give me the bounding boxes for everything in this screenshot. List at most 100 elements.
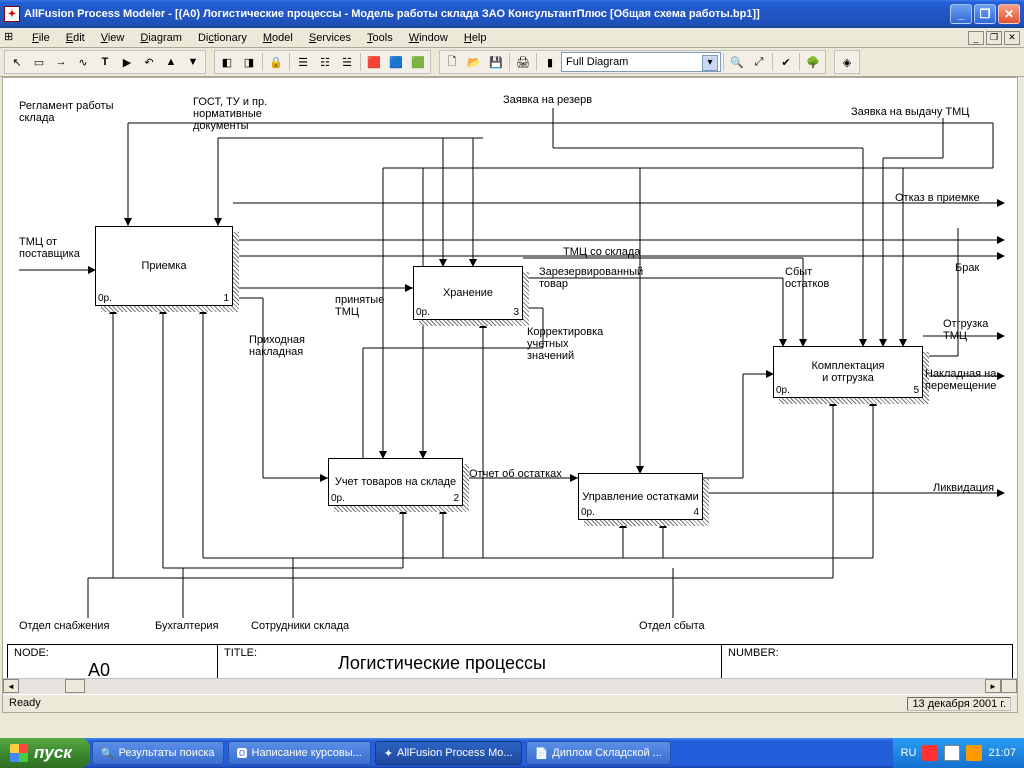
menu-file[interactable]: File (24, 30, 58, 46)
start-label: пуск (34, 743, 72, 763)
tool-color1[interactable]: 🟥 (363, 52, 385, 72)
tray-icon-2[interactable] (944, 745, 960, 761)
window-minimize-button[interactable]: _ (950, 4, 972, 24)
tool-grp2[interactable]: ☷ (314, 52, 336, 72)
lbl-zayavka-rezerv: Заявка на резерв (503, 94, 592, 106)
menu-services[interactable]: Services (301, 30, 359, 46)
menu-edit[interactable]: Edit (58, 30, 93, 46)
tool-down[interactable]: ▼ (182, 52, 204, 72)
box-node: 0р. (776, 385, 790, 396)
view-selector[interactable]: Full Diagram (561, 52, 721, 72)
tool-zoomfit[interactable]: ⤢ (748, 52, 770, 72)
box-label: Хранение (443, 287, 493, 299)
lbl-tmc-postav: ТМЦ от поставщика (19, 236, 80, 260)
mdi-restore-button[interactable]: ❐ (986, 31, 1002, 45)
scroll-right-button[interactable]: ► (985, 679, 1001, 693)
tool-new[interactable]: 🗋 (441, 52, 463, 72)
strip-node-label: NODE: (14, 647, 49, 659)
mdi-close-button[interactable]: ✕ (1004, 31, 1020, 45)
taskbar-item-word[interactable]: 📄 Диплом Складской ... (526, 741, 671, 765)
window-close-button[interactable]: ✕ (998, 4, 1020, 24)
box-node: 0р. (98, 293, 112, 304)
tool-zoom[interactable]: 🔍 (726, 52, 748, 72)
lbl-tmc-skl: ТМЦ со склада (563, 246, 640, 258)
box-node: 0р. (416, 307, 430, 318)
tool-grp1[interactable]: ☰ (292, 52, 314, 72)
lbl-zayavka-vydach: Заявка на выдачу ТМЦ (851, 106, 969, 118)
lbl-sotr: Сотрудники склада (251, 620, 349, 632)
tool-shape2[interactable]: ◨ (238, 52, 260, 72)
menu-tools[interactable]: Tools (359, 30, 401, 46)
menubar: File Edit View Diagram Dictionary Model … (24, 30, 968, 46)
taskbar-item-opera[interactable]: 🅾 Написание курсовы... (228, 741, 371, 765)
tool-shape1[interactable]: ◧ (216, 52, 238, 72)
window-maximize-button[interactable]: ❐ (974, 4, 996, 24)
scroll-thumb[interactable] (65, 679, 85, 693)
scroll-corner (1001, 679, 1017, 693)
box-num: 4 (693, 507, 699, 518)
tool-color3[interactable]: 🟩 (407, 52, 429, 72)
mdi-minimize-button[interactable]: _ (968, 31, 984, 45)
windows-logo-icon (10, 744, 28, 762)
strip-title-value: Логистические процессы (338, 653, 546, 674)
status-ready: Ready (9, 697, 41, 710)
mdi-app-icon: ⊞ (4, 30, 20, 46)
box-label: Приемка (141, 260, 186, 272)
tool-save[interactable]: 💾 (485, 52, 507, 72)
box-label: Учет товаров на складе (335, 476, 456, 488)
menu-diagram[interactable]: Diagram (132, 30, 190, 46)
mdi-bar: ⊞ File Edit View Diagram Dictionary Mode… (0, 28, 1024, 48)
box-komplekt[interactable]: Комплектация и отгрузка 0р. 5 (773, 346, 923, 398)
lbl-brak: Брак (955, 262, 979, 274)
tray-icon-3[interactable] (966, 745, 982, 761)
status-bar: Ready 13 декабря 2001 г. (3, 694, 1017, 712)
strip-title-label: TITLE: (224, 647, 257, 659)
tool-undo-arrow[interactable]: ↶ (138, 52, 160, 72)
tool-box[interactable]: ▭ (28, 52, 50, 72)
box-uchet[interactable]: Учет товаров на складе 0р. 2 (328, 458, 463, 506)
tray-icon-1[interactable] (922, 745, 938, 761)
tool-tree[interactable]: 🌳 (802, 52, 824, 72)
taskbar-item-allfusion[interactable]: ✦ AllFusion Process Mo... (375, 741, 522, 765)
menu-model[interactable]: Model (255, 30, 301, 46)
menu-window[interactable]: Window (401, 30, 456, 46)
menu-help[interactable]: Help (456, 30, 495, 46)
horizontal-scrollbar[interactable]: ◄ ► (3, 678, 1017, 694)
box-priemka[interactable]: Приемка 0р. 1 (95, 226, 233, 306)
tool-print[interactable]: 🖨 (512, 52, 534, 72)
status-date: 13 декабря 2001 г. (907, 697, 1011, 711)
box-hranenie[interactable]: Хранение 0р. 3 (413, 266, 523, 320)
tool-arrow[interactable]: → (50, 52, 72, 72)
tool-text[interactable]: T (94, 52, 116, 72)
tool-flag[interactable]: ▮ (539, 52, 561, 72)
scroll-left-button[interactable]: ◄ (3, 679, 19, 693)
tool-color2[interactable]: 🟦 (385, 52, 407, 72)
tool-lock[interactable]: 🔒 (265, 52, 287, 72)
box-num: 5 (913, 385, 919, 396)
box-upravlenie[interactable]: Управление остатками 0р. 4 (578, 473, 703, 520)
lbl-otkaz: Отказ в приемке (895, 192, 980, 204)
taskbar-item-search[interactable]: 🔍 Результаты поиска (92, 741, 224, 765)
lbl-reglament: Регламент работы склада (19, 100, 113, 124)
tool-pointer[interactable]: ↖ (6, 52, 28, 72)
tray-clock[interactable]: 21:07 (988, 747, 1016, 759)
lbl-buh: Бухгалтерия (155, 620, 219, 632)
tool-squiggle[interactable]: ∿ (72, 52, 94, 72)
tool-goto[interactable]: ▶ (116, 52, 138, 72)
menu-view[interactable]: View (93, 30, 133, 46)
tool-up[interactable]: ▲ (160, 52, 182, 72)
tool-grp3[interactable]: ☱ (336, 52, 358, 72)
menu-dictionary[interactable]: Dictionary (190, 30, 255, 46)
box-label: Комплектация и отгрузка (812, 360, 885, 384)
lbl-gost: ГОСТ, ТУ и пр. нормативные документы (193, 96, 267, 132)
tool-extra[interactable]: ◈ (836, 52, 858, 72)
tool-open[interactable]: 📂 (463, 52, 485, 72)
tray-lang[interactable]: RU (901, 747, 917, 759)
start-button[interactable]: пуск (0, 738, 90, 768)
system-tray[interactable]: RU 21:07 (893, 738, 1024, 768)
diagram-canvas[interactable]: Приемка 0р. 1 Хранение 0р. 3 Учет товаро… (2, 77, 1018, 713)
tool-spell[interactable]: ✔ (775, 52, 797, 72)
app-icon: ✦ (4, 6, 20, 22)
box-num: 3 (513, 307, 519, 318)
lbl-otd-snab: Отдел снабжения (19, 620, 109, 632)
